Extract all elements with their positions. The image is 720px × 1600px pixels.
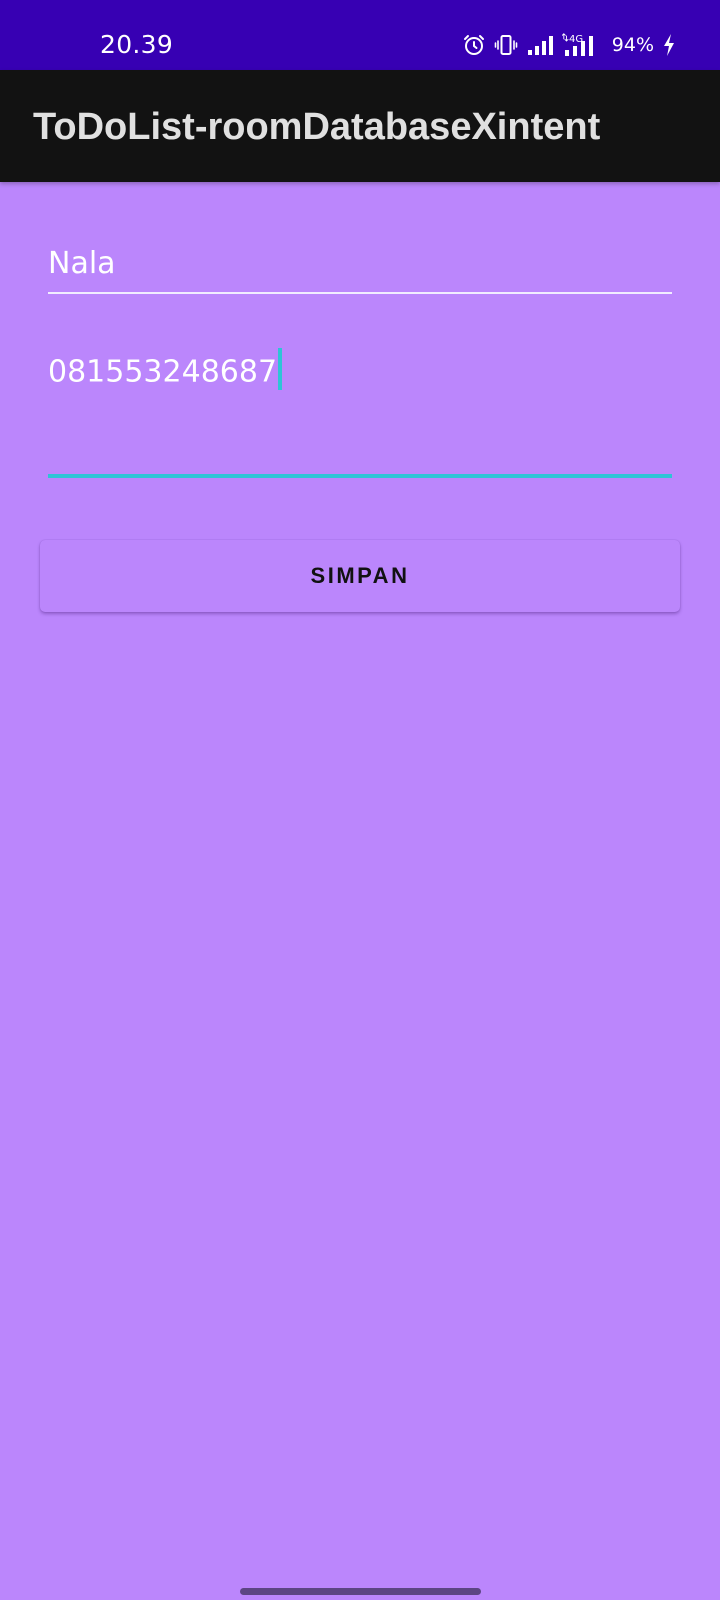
save-button[interactable]: SIMPAN — [40, 540, 680, 612]
signal-icon — [526, 33, 554, 57]
app-bar: ToDoList-roomDatabaseXintent — [0, 70, 720, 182]
status-time: 20.39 — [100, 30, 174, 59]
phone-field-value: 081553248687 — [48, 354, 278, 390]
signal-4g-icon: 4G — [561, 32, 602, 58]
status-icons: 4G 94% — [462, 30, 676, 60]
battery-percentage: 94% — [611, 34, 654, 56]
charging-icon — [662, 33, 676, 57]
save-button-label: SIMPAN — [310, 563, 410, 588]
vibrate-icon — [494, 33, 518, 57]
phone-field[interactable]: 081553248687 — [48, 330, 672, 478]
app-title: ToDoList-roomDatabaseXintent — [33, 106, 601, 148]
alarm-icon — [462, 33, 486, 57]
home-indicator[interactable] — [240, 1588, 481, 1595]
status-bar: 20.39 4G 94% — [0, 0, 720, 70]
phone-field-value-wrapper: 081553248687 — [48, 348, 283, 394]
text-cursor — [278, 348, 283, 390]
name-field-value: Nala — [48, 246, 116, 281]
name-field[interactable]: Nala — [48, 240, 672, 294]
